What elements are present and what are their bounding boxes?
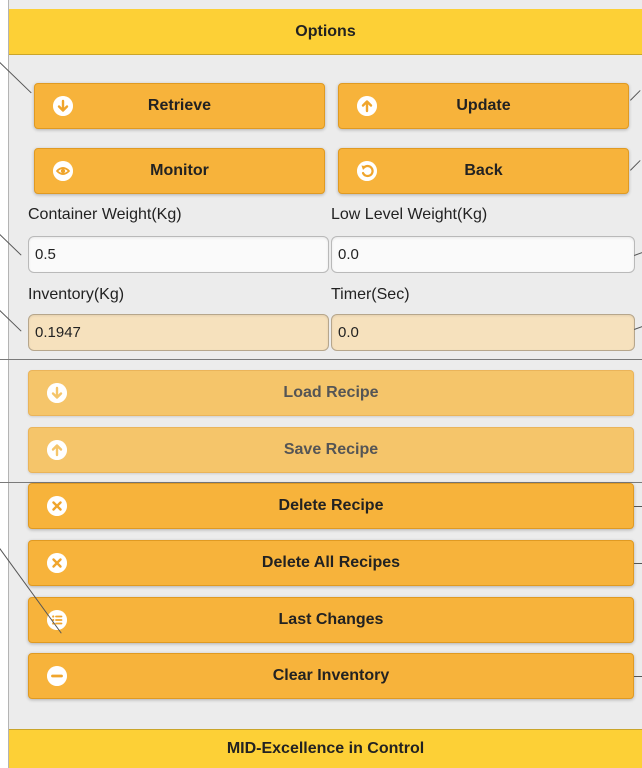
inventory-field xyxy=(28,314,329,351)
connector-line xyxy=(634,563,642,564)
monitor-label: Monitor xyxy=(150,162,209,179)
footer-bar: MID-Excellence in Control xyxy=(9,729,642,768)
close-circle-icon xyxy=(47,553,67,573)
low-level-weight-label: Low Level Weight(Kg) xyxy=(331,206,488,223)
left-edge-panel xyxy=(0,0,9,768)
delete-recipe-label: Delete Recipe xyxy=(278,497,384,514)
container-weight-input[interactable] xyxy=(28,236,329,273)
clear-inventory-button[interactable]: Clear Inventory xyxy=(28,653,634,699)
timer-label: Timer(Sec) xyxy=(331,286,410,303)
arrow-up-circle-icon xyxy=(357,96,377,116)
back-arrow-icon xyxy=(357,161,377,181)
eye-icon xyxy=(53,161,73,181)
arrow-down-circle-icon xyxy=(47,383,67,403)
page-title: Options xyxy=(295,22,356,40)
section-divider xyxy=(0,359,642,360)
container-weight-label: Container Weight(Kg) xyxy=(28,206,182,223)
connector-line xyxy=(630,90,641,101)
retrieve-label: Retrieve xyxy=(147,97,212,114)
connector-line xyxy=(634,506,642,507)
minus-circle-icon xyxy=(47,666,67,686)
inventory-label: Inventory(Kg) xyxy=(28,286,125,303)
connector-line xyxy=(630,160,641,171)
back-label: Back xyxy=(464,162,503,179)
save-recipe-label: Save Recipe xyxy=(283,441,379,458)
back-button[interactable]: Back xyxy=(338,148,629,194)
low-level-weight-input[interactable] xyxy=(331,236,635,273)
monitor-button[interactable]: Monitor xyxy=(34,148,325,194)
update-button[interactable]: Update xyxy=(338,83,629,129)
clear-inventory-label: Clear Inventory xyxy=(272,667,390,684)
connector-line xyxy=(634,676,642,677)
last-changes-label: Last Changes xyxy=(278,611,384,628)
retrieve-button[interactable]: Retrieve xyxy=(34,83,325,129)
load-recipe-button[interactable]: Load Recipe xyxy=(28,370,634,416)
timer-field xyxy=(331,314,635,351)
update-label: Update xyxy=(456,97,511,114)
options-header: Options xyxy=(9,9,642,55)
close-circle-icon xyxy=(47,496,67,516)
delete-all-recipes-label: Delete All Recipes xyxy=(261,554,401,571)
last-changes-button[interactable]: Last Changes xyxy=(28,597,634,643)
delete-all-recipes-button[interactable]: Delete All Recipes xyxy=(28,540,634,586)
arrow-up-circle-icon xyxy=(47,440,67,460)
connector-line xyxy=(634,251,642,256)
delete-recipe-button[interactable]: Delete Recipe xyxy=(28,483,634,529)
connector-line xyxy=(634,325,642,330)
save-recipe-button[interactable]: Save Recipe xyxy=(28,427,634,473)
footer-text: MID-Excellence in Control xyxy=(226,740,425,757)
arrow-down-circle-icon xyxy=(53,96,73,116)
load-recipe-label: Load Recipe xyxy=(283,384,379,401)
